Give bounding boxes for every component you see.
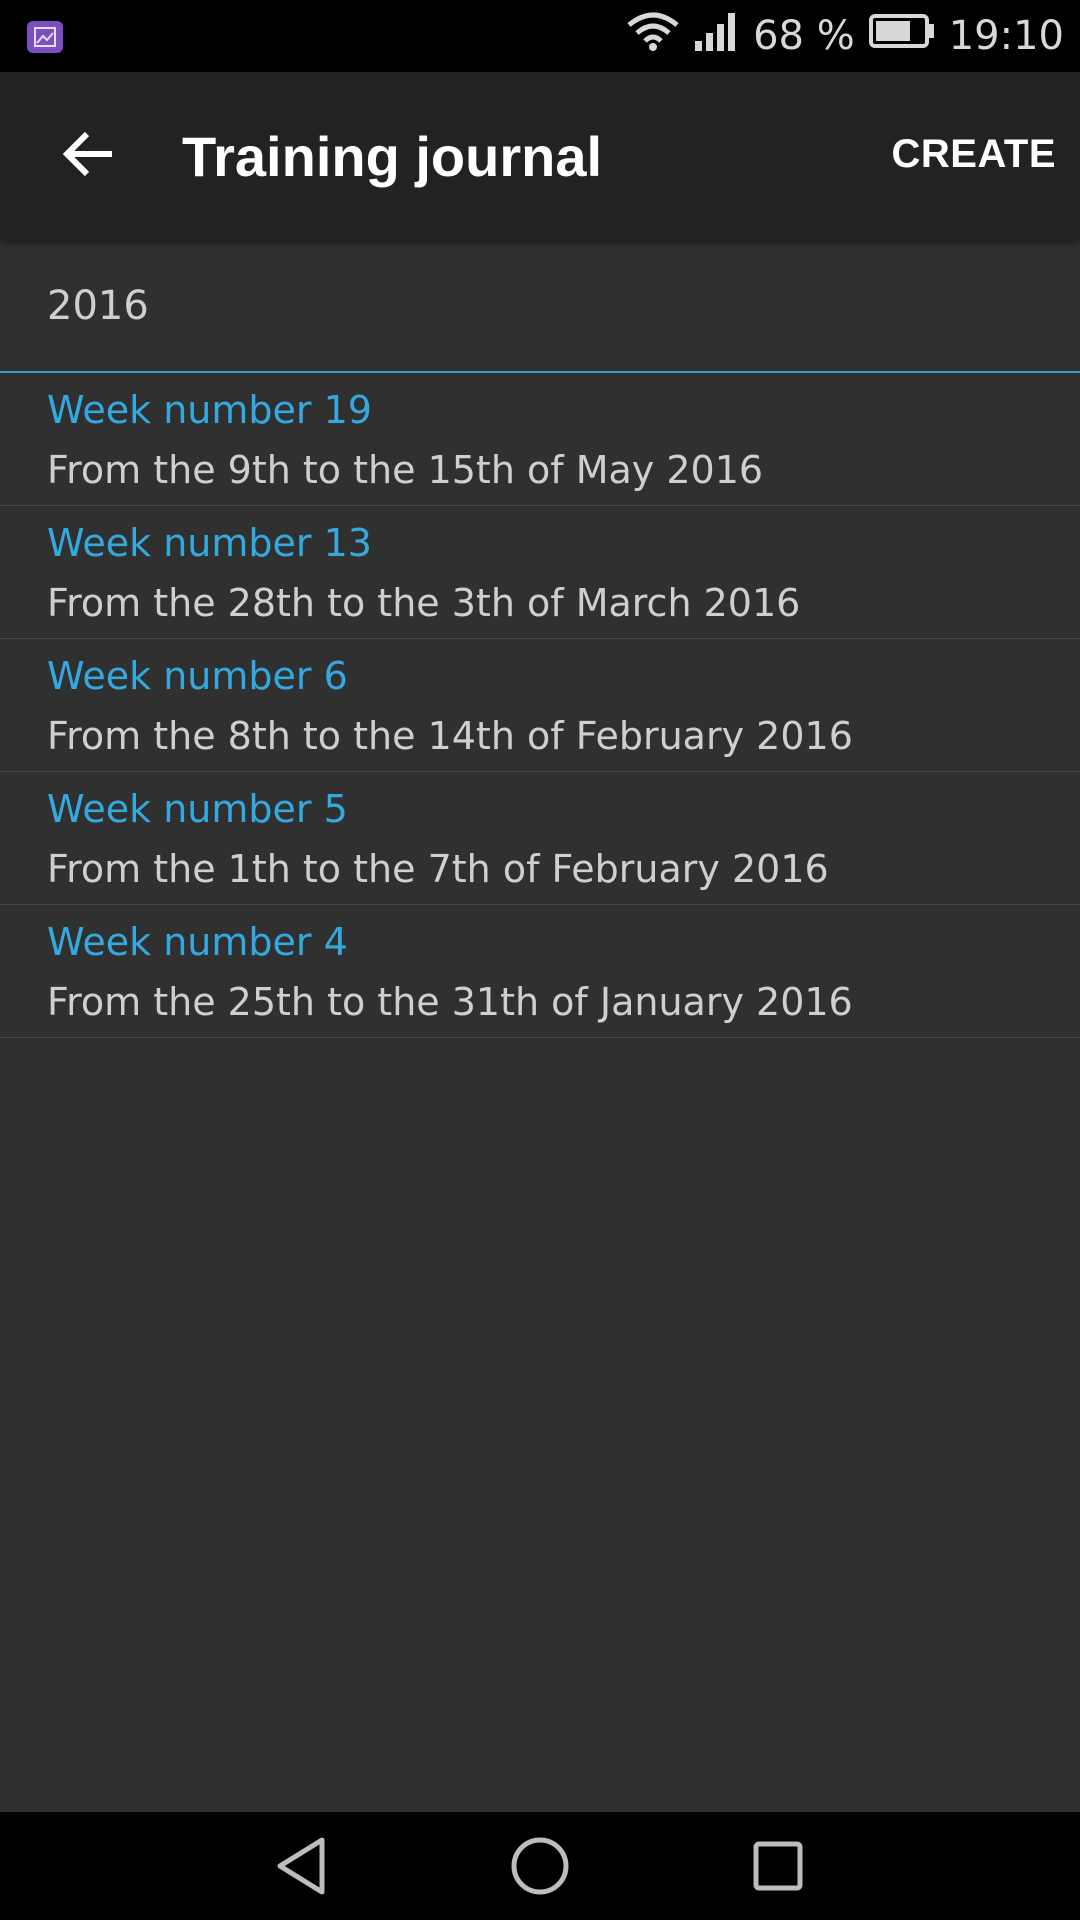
week-title: Week number 6: [47, 654, 348, 698]
home-circle-icon: [508, 1837, 572, 1902]
gallery-notification-icon: [27, 21, 63, 53]
recents-square-icon: [746, 1841, 810, 1902]
list-item[interactable]: Week number 5 From the 1th to the 7th of…: [0, 772, 1080, 905]
list-item[interactable]: Week number 19 From the 9th to the 15th …: [0, 373, 1080, 506]
app-bar: Training journal CREATE: [0, 72, 1080, 239]
week-date-range: From the 8th to the 14th of February 201…: [47, 714, 853, 758]
system-nav-bar: [0, 1812, 1080, 1920]
week-title: Week number 13: [47, 521, 372, 565]
create-button[interactable]: CREATE: [892, 132, 1056, 177]
week-title: Week number 4: [47, 920, 348, 964]
page-title: Training journal: [182, 125, 603, 188]
week-date-range: From the 25th to the 31th of January 201…: [47, 980, 853, 1024]
year-label: 2016: [47, 283, 149, 329]
battery-percent: 68 %: [753, 13, 855, 59]
signal-icon: [693, 11, 739, 61]
battery-icon: [868, 13, 935, 59]
arrow-left-icon: [62, 131, 114, 181]
list-item[interactable]: Week number 4 From the 25th to the 31th …: [0, 905, 1080, 1038]
status-bar: 68 % 19:10: [0, 0, 1080, 72]
clock: 19:10: [948, 13, 1064, 59]
week-date-range: From the 1th to the 7th of February 2016: [47, 847, 829, 891]
week-date-range: From the 9th to the 15th of May 2016: [47, 448, 764, 492]
week-title: Week number 19: [47, 388, 372, 432]
year-section-header: 2016: [0, 239, 1080, 373]
wifi-icon: [627, 11, 679, 61]
nav-home-button[interactable]: [508, 1834, 572, 1898]
week-date-range: From the 28th to the 3th of March 2016: [47, 581, 801, 625]
nav-recents-button[interactable]: [746, 1834, 810, 1898]
back-triangle-icon: [270, 1837, 334, 1902]
week-list: Week number 19 From the 9th to the 15th …: [0, 373, 1080, 1038]
week-title: Week number 5: [47, 787, 348, 831]
nav-back-button[interactable]: [270, 1834, 334, 1898]
list-item[interactable]: Week number 13 From the 28th to the 3th …: [0, 506, 1080, 639]
list-item[interactable]: Week number 6 From the 8th to the 14th o…: [0, 639, 1080, 772]
back-button[interactable]: [48, 116, 128, 196]
